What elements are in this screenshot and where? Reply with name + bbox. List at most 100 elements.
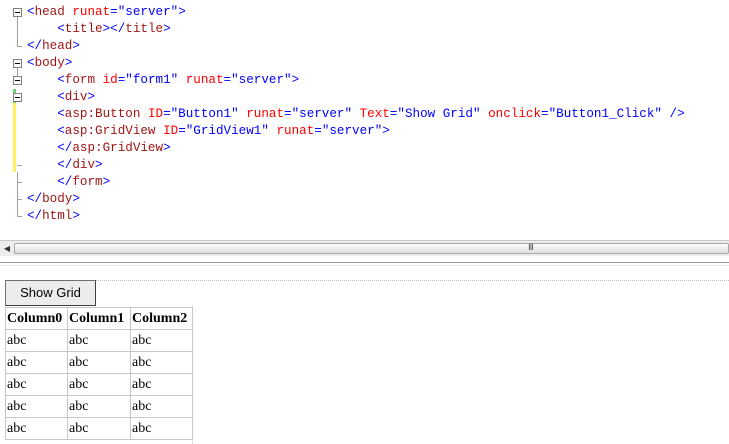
code-token: < (57, 22, 65, 36)
code-token: runat (246, 107, 285, 121)
code-token: div (72, 158, 96, 172)
outline-line (17, 17, 18, 46)
code-token: </ (27, 209, 43, 223)
grid-header-row: Column0 Column1 Column2 (5, 307, 193, 330)
grid-row: abc abc abc (5, 329, 193, 352)
code-token: > (87, 90, 96, 104)
grid-cell: abc (67, 351, 131, 374)
code-token: = (163, 107, 171, 121)
code-token: "Button1" (170, 107, 239, 121)
code-token: = (178, 124, 186, 138)
source-editor[interactable]: <head runat="server"> <title></title> </h… (0, 0, 729, 240)
code-line[interactable]: <body> (27, 55, 72, 72)
code-token: /> (669, 107, 685, 121)
code-token: runat (276, 124, 315, 138)
code-token: runat (72, 5, 111, 19)
code-token: > (163, 141, 171, 155)
unsaved-change-marker (13, 103, 16, 172)
code-token: </ (57, 141, 73, 155)
code-line[interactable]: </body> (27, 191, 80, 208)
code-token: body (42, 192, 73, 206)
grid-row: abc abc abc (5, 351, 193, 374)
code-token: form (64, 73, 96, 87)
grid-cell: abc (5, 329, 68, 352)
grid-cell: abc (5, 417, 68, 440)
code-token: > (178, 5, 186, 19)
grid-row: abc abc abc (5, 417, 193, 440)
grid-cell: abc (130, 395, 193, 418)
grid-cell: abc (130, 351, 193, 374)
outline-end-tick (17, 165, 22, 166)
grid-header-cell: Column2 (130, 307, 193, 330)
code-token: ID (147, 107, 164, 121)
code-line[interactable]: </div> (27, 157, 103, 174)
code-line[interactable]: <div> (27, 89, 95, 106)
code-token: > (163, 22, 171, 36)
code-token: "server" (117, 5, 179, 19)
code-token: head (34, 5, 65, 19)
collapse-body-icon[interactable] (13, 59, 22, 68)
code-token: onclick (488, 107, 542, 121)
grid-cell: abc (67, 373, 131, 396)
grid-view[interactable]: Column0 Column1 Column2 abc abc abc abc … (5, 307, 193, 440)
grid-cell: abc (5, 395, 68, 418)
code-token: < (57, 73, 65, 87)
code-line[interactable]: </asp:GridView> (27, 140, 171, 157)
outline-line (17, 172, 18, 217)
code-token: = (110, 5, 118, 19)
code-token: "GridView1" (185, 124, 269, 138)
collapse-div-icon[interactable] (13, 93, 22, 102)
grid-row: abc abc abc (5, 395, 193, 418)
code-line[interactable]: <form id="form1" runat="server"> (27, 72, 299, 89)
grid-header-cell: Column1 (67, 307, 131, 330)
show-grid-button[interactable]: Show Grid (5, 280, 96, 306)
code-line[interactable]: </form> (27, 174, 110, 191)
code-token: > (72, 192, 80, 206)
grid-cell: abc (5, 351, 68, 374)
code-token: form (72, 175, 103, 189)
code-token: > (95, 158, 103, 172)
arrow-left-icon[interactable]: ◀ (0, 241, 14, 256)
code-token: "Show Grid" (397, 107, 481, 121)
code-line[interactable]: <asp:Button ID="Button1" runat="server" … (27, 106, 685, 123)
code-token: > (102, 175, 111, 189)
collapse-head-icon[interactable] (13, 8, 22, 17)
outline-end-tick (17, 216, 22, 217)
code-line[interactable]: <asp:GridView ID="GridView1" runat="serv… (27, 123, 390, 140)
code-line[interactable]: </html> (27, 208, 80, 225)
code-token: html (42, 209, 73, 223)
code-token: </ (57, 175, 73, 189)
horizontal-scrollbar[interactable]: ◀ III (0, 240, 729, 256)
grid-cell: abc (67, 329, 131, 352)
code-token: head (42, 39, 73, 53)
code-line[interactable]: <head runat="server"> (27, 4, 186, 21)
code-token: = (314, 124, 322, 138)
code-token: > (291, 73, 300, 87)
scrollbar-thumb[interactable]: III (14, 243, 729, 254)
code-line[interactable]: <title></title> (27, 21, 171, 38)
code-token: ID (163, 124, 179, 138)
design-surface[interactable]: Show Grid Column0 Column1 Column2 abc ab… (0, 266, 729, 444)
code-token: div (64, 90, 88, 104)
code-token: </ (57, 158, 73, 172)
grid-cell: abc (130, 417, 193, 440)
collapse-form-icon[interactable] (13, 76, 22, 85)
code-token: runat (185, 73, 224, 87)
code-token: "server" (321, 124, 383, 138)
code-line[interactable]: </head> (27, 38, 80, 55)
code-token: = (223, 73, 232, 87)
code-token: "server" (291, 107, 353, 121)
grid-row: abc abc abc (5, 373, 193, 396)
code-token: > (64, 56, 73, 70)
code-token: "Button1_Click" (548, 107, 662, 121)
code-token: title (64, 22, 103, 36)
code-token: < (57, 107, 65, 121)
grid-cell: abc (67, 417, 131, 440)
code-token: title (125, 22, 164, 36)
code-token: < (27, 56, 35, 70)
